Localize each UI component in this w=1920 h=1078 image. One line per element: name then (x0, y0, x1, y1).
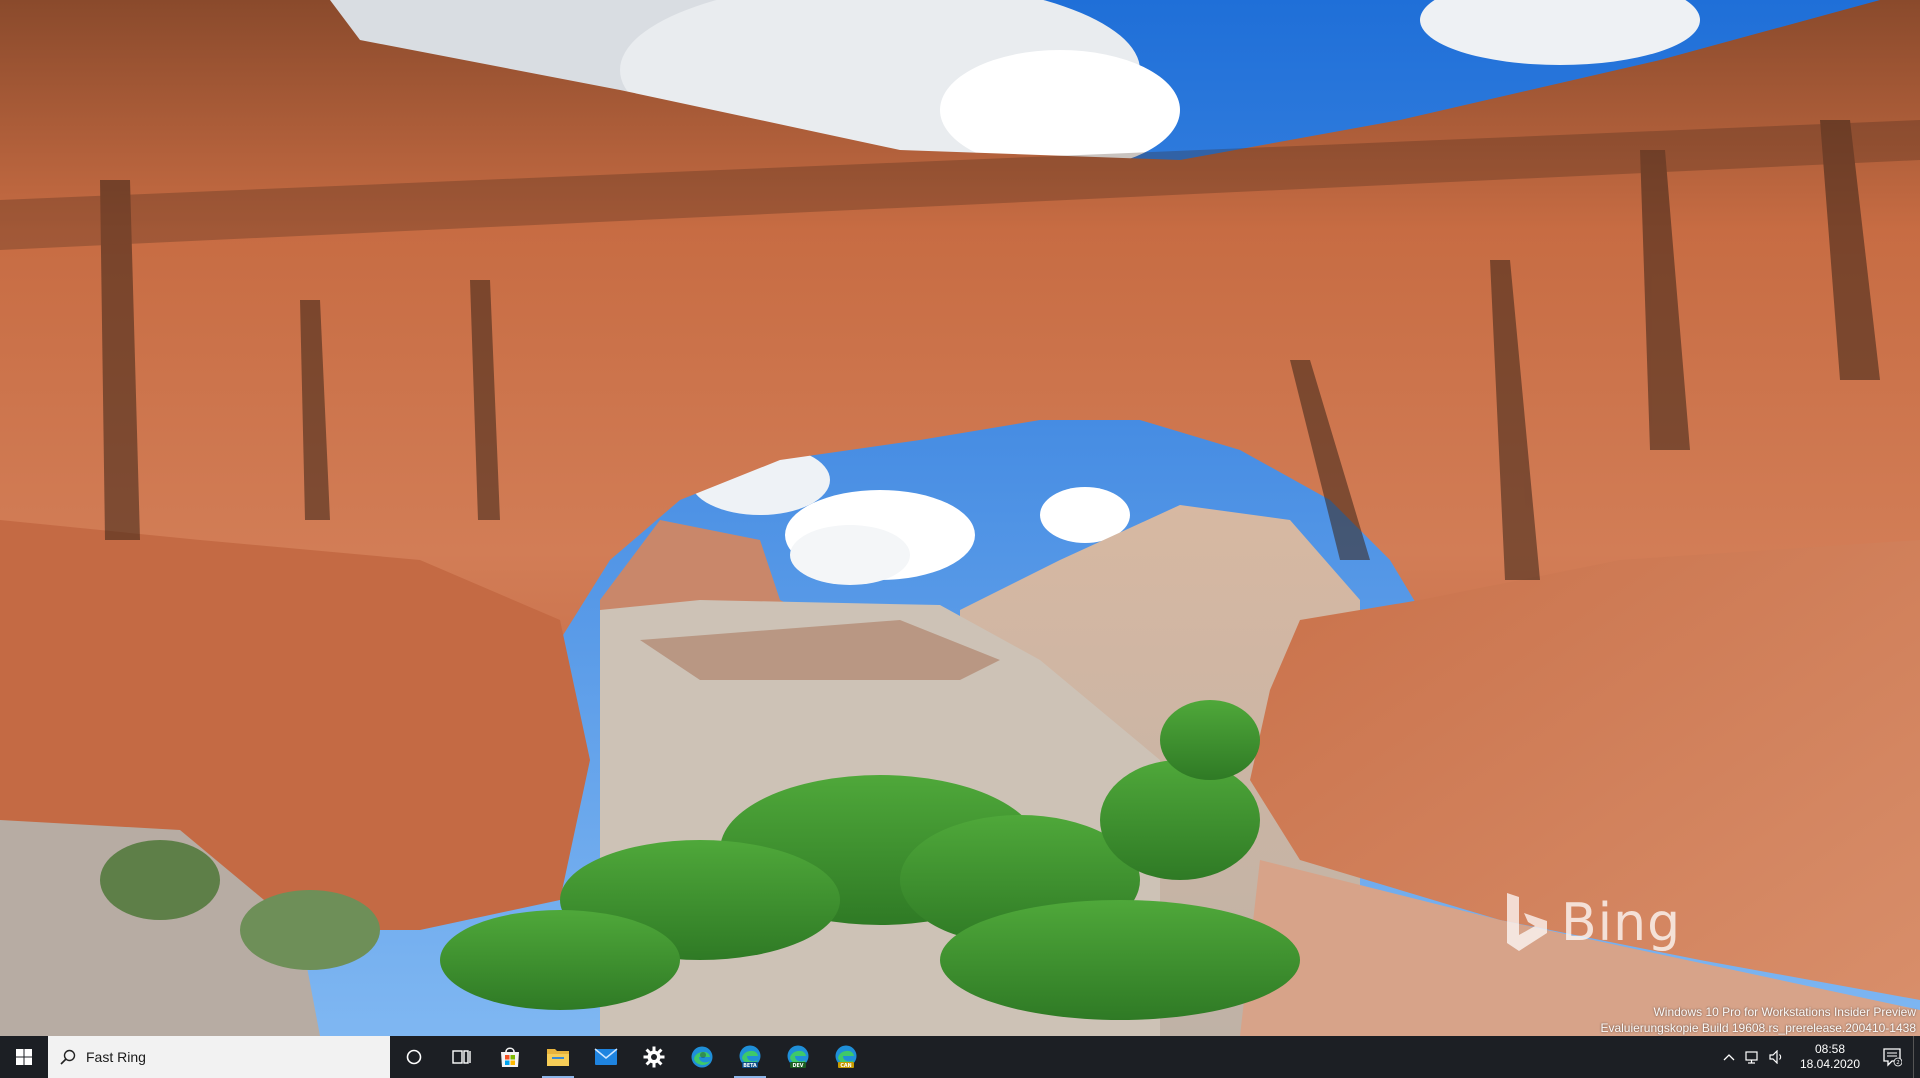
speaker-icon (1769, 1050, 1782, 1064)
clock-date: 18.04.2020 (1799, 1057, 1861, 1071)
volume-button[interactable] (1765, 1036, 1789, 1078)
cortana-circle-icon (406, 1049, 422, 1065)
clock-button[interactable]: 08:58 18.04.2020 (1789, 1042, 1871, 1072)
windows-build-watermark: Windows 10 Pro for Workstations Insider … (1600, 1004, 1916, 1036)
search-box[interactable]: Fast Ring (48, 1036, 390, 1078)
edge-dev-icon: DEV (787, 1045, 809, 1069)
edge-canary-badge: CAN (840, 1063, 851, 1069)
task-view-icon (452, 1050, 471, 1064)
cortana-button[interactable] (390, 1036, 438, 1078)
bing-logo-text: Bing (1561, 893, 1682, 953)
gear-icon (643, 1046, 665, 1068)
edge-dev-button[interactable]: DEV (774, 1036, 822, 1078)
store-button[interactable] (486, 1036, 534, 1078)
bing-b-icon (1507, 893, 1547, 951)
mail-icon (594, 1048, 618, 1065)
search-icon (60, 1049, 76, 1065)
chevron-up-icon (1723, 1054, 1735, 1061)
task-view-button[interactable] (438, 1036, 486, 1078)
wallpaper-image (0, 0, 1920, 1036)
notification-count: 2 (1896, 1060, 1900, 1066)
edge-icon (691, 1046, 713, 1068)
edge-beta-icon: BETA (739, 1045, 761, 1069)
watermark-build: Evaluierungskopie Build 19608.rs_prerele… (1600, 1021, 1916, 1035)
clock-time: 08:58 (1814, 1042, 1846, 1056)
edge-canary-icon: CAN (835, 1045, 857, 1069)
taskbar: Fast Ring BETA DEV CAN 08:58 18.04.2020 … (0, 1036, 1920, 1078)
network-icon (1745, 1051, 1758, 1064)
search-text: Fast Ring (86, 1049, 146, 1065)
start-button[interactable] (0, 1036, 48, 1078)
store-icon (501, 1047, 519, 1067)
settings-button[interactable] (630, 1036, 678, 1078)
desktop-wallpaper: Bing Windows 10 Pro for Workstations Ins… (0, 0, 1920, 1036)
mail-button[interactable] (582, 1036, 630, 1078)
file-explorer-button[interactable] (534, 1036, 582, 1078)
edge-dev-badge: DEV (793, 1063, 804, 1069)
edge-button[interactable] (678, 1036, 726, 1078)
bing-logo: Bing (1505, 892, 1681, 954)
folder-icon (547, 1049, 569, 1066)
edge-beta-button[interactable]: BETA (726, 1036, 774, 1078)
system-tray: 08:58 18.04.2020 2 (1717, 1036, 1920, 1078)
watermark-edition: Windows 10 Pro for Workstations Insider … (1653, 1005, 1916, 1019)
network-button[interactable] (1741, 1036, 1765, 1078)
show-desktop-button[interactable] (1913, 1036, 1920, 1078)
edge-canary-button[interactable]: CAN (822, 1036, 870, 1078)
notification-icon: 2 (1883, 1048, 1902, 1067)
action-center-button[interactable]: 2 (1871, 1036, 1913, 1078)
windows-logo-icon (16, 1049, 32, 1065)
show-hidden-icons-button[interactable] (1717, 1036, 1741, 1078)
edge-beta-badge: BETA (743, 1063, 757, 1069)
